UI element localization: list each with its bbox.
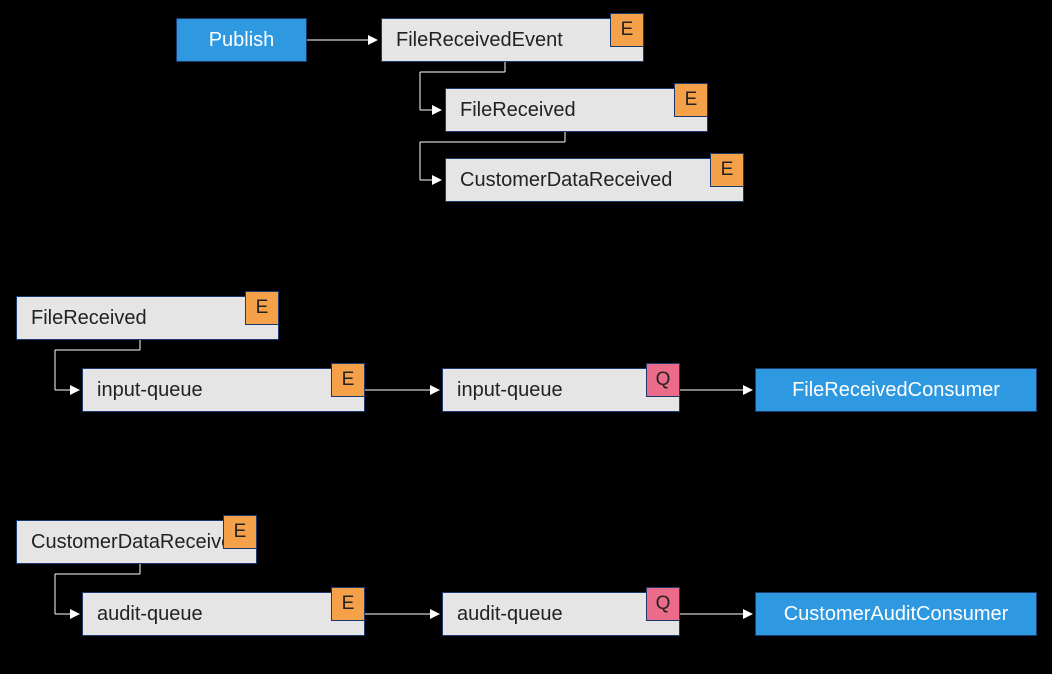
filereceived-mid-node: FileReceived E — [16, 296, 279, 340]
publish-label: Publish — [209, 29, 275, 52]
audit-queue-right-node: audit-queue Q — [442, 592, 680, 636]
badge-e-icon: E — [245, 291, 279, 325]
badge-e-icon: E — [223, 515, 257, 549]
audit-queue-left-label: audit-queue — [97, 603, 203, 626]
input-queue-left-label: input-queue — [97, 379, 203, 402]
filereceivedconsumer-node: FileReceivedConsumer — [755, 368, 1037, 412]
input-queue-right-label: input-queue — [457, 379, 563, 402]
customerauditconsumer-node: CustomerAuditConsumer — [755, 592, 1037, 636]
filereceivedevent-label: FileReceivedEvent — [396, 29, 563, 52]
badge-e-icon: E — [710, 153, 744, 187]
input-queue-left-node: input-queue E — [82, 368, 365, 412]
filereceived-mid-label: FileReceived — [31, 307, 147, 330]
badge-e-icon: E — [674, 83, 708, 117]
badge-q-icon: Q — [646, 587, 680, 621]
customerauditconsumer-label: CustomerAuditConsumer — [784, 603, 1009, 626]
filereceived-top-node: FileReceived E — [445, 88, 708, 132]
customerdatareceived-top-label: CustomerDataReceived — [460, 169, 672, 192]
customerdatareceived-bot-label: CustomerDataReceived — [31, 531, 243, 554]
audit-queue-right-label: audit-queue — [457, 603, 563, 626]
badge-e-icon: E — [331, 363, 365, 397]
audit-queue-left-node: audit-queue E — [82, 592, 365, 636]
badge-e-icon: E — [331, 587, 365, 621]
customerdatareceived-bot-node: CustomerDataReceived E — [16, 520, 257, 564]
badge-q-icon: Q — [646, 363, 680, 397]
badge-e-icon: E — [610, 13, 644, 47]
filereceivedevent-node: FileReceivedEvent E — [381, 18, 644, 62]
filereceivedconsumer-label: FileReceivedConsumer — [792, 379, 1000, 402]
publish-node: Publish — [176, 18, 307, 62]
filereceived-top-label: FileReceived — [460, 99, 576, 122]
input-queue-right-node: input-queue Q — [442, 368, 680, 412]
customerdatareceived-top-node: CustomerDataReceived E — [445, 158, 744, 202]
